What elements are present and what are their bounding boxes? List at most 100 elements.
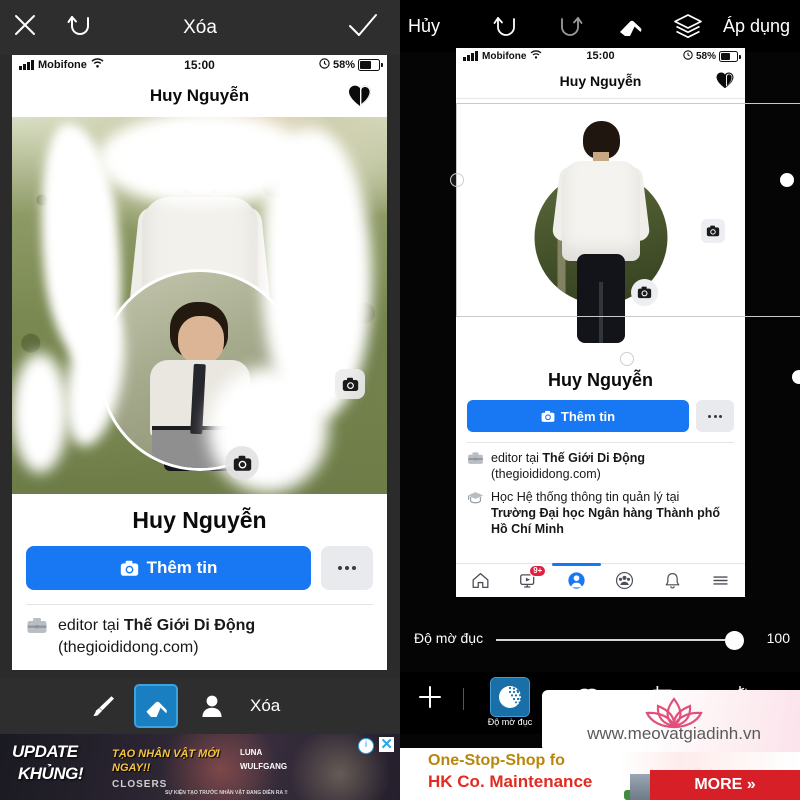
battery-percent: 58% bbox=[695, 51, 716, 62]
add-story-button[interactable]: Thêm tin bbox=[26, 546, 311, 590]
right-top-toolbar: Hủy Áp dụng bbox=[400, 0, 800, 52]
add-story-label: Thêm tin bbox=[560, 408, 616, 424]
more-dots-icon[interactable] bbox=[321, 546, 373, 590]
opacity-slider-knob[interactable] bbox=[725, 631, 744, 650]
ad-info-icon[interactable]: i bbox=[358, 738, 374, 754]
status-right: 58% bbox=[683, 50, 741, 63]
left-phone-screenshot: Mobifone 15:00 58% Huy Nguyễn Huy Nguyễn… bbox=[12, 55, 387, 670]
battery-icon bbox=[358, 59, 383, 71]
cancel-button[interactable]: Hủy bbox=[408, 0, 440, 52]
layers-icon[interactable] bbox=[670, 8, 706, 44]
left-panel-title: Xóa bbox=[183, 17, 217, 38]
ad-close-icon[interactable]: ✕ bbox=[379, 737, 394, 752]
more-dots-icon[interactable] bbox=[696, 400, 734, 432]
left-ad-banner[interactable]: UPDATE KHỦNG! TẠO NHÂN VẬT MỚI NGAY!! CL… bbox=[0, 734, 400, 800]
heart-icon[interactable] bbox=[715, 71, 735, 95]
screenshot-root: Xóa Mobifone 15:00 58% Huy Nguyễn Huy Ng… bbox=[0, 0, 800, 800]
checkmark-icon[interactable] bbox=[346, 10, 382, 46]
ad-more-button[interactable]: MORE » bbox=[650, 770, 800, 800]
bio-edu-school: Trường Đại học Ngân hàng Thành phố bbox=[491, 505, 721, 520]
bio-work-url: (thegioididong.com) bbox=[491, 467, 601, 482]
left-fb-nav-title: Huy Nguyễn bbox=[149, 86, 250, 105]
right-fb-bottom-nav: 9+ bbox=[456, 563, 745, 597]
selection-handle-right[interactable] bbox=[780, 173, 794, 187]
bio-work-prefix: editor tại bbox=[58, 617, 124, 634]
opacity-slider-row: Độ mờ đục 100 bbox=[400, 620, 800, 660]
right-fb-nav-title: Huy Nguyễn bbox=[559, 73, 642, 89]
ad-line1: UPDATE bbox=[12, 742, 78, 761]
left-bio-work-row: editor tại Thế Giới Di Động (thegioidido… bbox=[12, 605, 387, 659]
eraser-icon[interactable] bbox=[612, 8, 648, 44]
selection-handle-left[interactable] bbox=[450, 173, 464, 187]
left-bottom-toolbar: Xóa bbox=[0, 678, 400, 734]
toolbar-divider bbox=[463, 688, 464, 710]
bio-edu-prefix: Học Hệ thống thông tin quản lý tại bbox=[491, 489, 680, 504]
nav-notifications[interactable] bbox=[649, 564, 697, 597]
briefcase-icon bbox=[467, 450, 484, 483]
right-status-bar: Mobifone 15:00 58% bbox=[456, 48, 745, 68]
ad-line3: TẠO NHÂN VẬT MỚI bbox=[112, 748, 220, 760]
eraser-icon[interactable] bbox=[134, 684, 178, 728]
right-fb-nav-title-bar: Huy Nguyễn bbox=[456, 68, 745, 99]
right-bio-education-text: Học Hệ thống thông tin quản lý tại Trườn… bbox=[491, 489, 720, 538]
left-profile-action-row: Thêm tin bbox=[12, 540, 387, 590]
camera-icon bbox=[541, 410, 555, 422]
site-watermark: www.meovatgiadinh.vn bbox=[542, 690, 800, 752]
right-bio-work-text: editor tại Thế Giới Di Động (thegioidido… bbox=[491, 450, 645, 483]
selection-handle-bottom[interactable] bbox=[620, 352, 634, 366]
person-icon[interactable] bbox=[192, 686, 232, 726]
left-profile-name: Huy Nguyễn bbox=[12, 494, 387, 540]
paintbrush-icon[interactable] bbox=[84, 686, 124, 726]
graduation-cap-icon bbox=[467, 489, 484, 538]
right-bio-work-row: editor tại Thế Giới Di Động (thegioidido… bbox=[456, 443, 745, 483]
right-profile-name: Huy Nguyễn bbox=[547, 370, 653, 390]
nav-groups[interactable] bbox=[601, 564, 649, 597]
watch-badge: 9+ bbox=[529, 565, 547, 577]
add-story-label: Thêm tin bbox=[146, 558, 218, 577]
profile-avatar[interactable] bbox=[98, 269, 301, 471]
bio-work-url: (thegioididong.com) bbox=[58, 638, 199, 656]
bio-work-prefix: editor tại bbox=[491, 451, 543, 465]
ad-subheadline: HK Co. Maintenance bbox=[428, 772, 593, 791]
left-cover-photo-area bbox=[12, 117, 387, 494]
add-story-button[interactable]: Thêm tin bbox=[467, 400, 689, 432]
ad-char1: LUNA bbox=[240, 748, 263, 757]
apply-button[interactable]: Áp dụng bbox=[723, 0, 790, 52]
bio-work-company: Thế Giới Di Động bbox=[123, 617, 256, 634]
opacity-slider-label: Độ mờ đục bbox=[414, 630, 484, 646]
nav-watch[interactable]: 9+ bbox=[504, 564, 552, 597]
battery-percent: 58% bbox=[332, 59, 355, 71]
left-toolbar-label: Xóa bbox=[250, 696, 281, 715]
camera-round-icon[interactable] bbox=[225, 446, 259, 480]
tool-opacity[interactable]: Độ mờ đục bbox=[484, 677, 536, 727]
left-top-toolbar: Xóa bbox=[0, 0, 400, 55]
selection-handle-corner[interactable] bbox=[792, 370, 800, 384]
ad-line4: NGAY!! bbox=[112, 762, 151, 774]
opacity-halftone-icon bbox=[490, 677, 530, 717]
camera-round-icon[interactable] bbox=[631, 279, 658, 306]
left-bio-work-text: editor tại Thế Giới Di Động (thegioidido… bbox=[58, 615, 255, 658]
tool-add[interactable] bbox=[404, 678, 456, 717]
right-editor-panel: Hủy Áp dụng Mobifone 15:00 58% Huy Nguyễ… bbox=[400, 0, 800, 800]
right-bio-education-row: Học Hệ thống thông tin quản lý tại Trườn… bbox=[456, 483, 745, 538]
briefcase-icon bbox=[26, 615, 48, 658]
camera-icon bbox=[120, 560, 138, 576]
ad-line2: KHỦNG! bbox=[18, 764, 84, 783]
tool-opacity-caption: Độ mờ đục bbox=[487, 717, 533, 727]
right-phone-screenshot: Mobifone 15:00 58% Huy Nguyễn Huy Nguyễn… bbox=[456, 48, 745, 597]
opacity-slider-value: 100 bbox=[766, 630, 790, 646]
redo-arrow-icon[interactable] bbox=[550, 8, 586, 44]
nav-home[interactable] bbox=[456, 564, 504, 597]
ad-char2: WULFGANG bbox=[240, 762, 288, 771]
undo-arrow-icon[interactable] bbox=[490, 8, 526, 44]
camera-square-icon[interactable] bbox=[335, 369, 365, 399]
nav-profile[interactable] bbox=[552, 563, 601, 597]
heart-icon[interactable] bbox=[347, 84, 373, 113]
right-ad-banner[interactable]: One-Stop-Shop fo HK Co. Maintenance MORE… bbox=[400, 748, 800, 800]
right-profile-action-row: Thêm tin bbox=[456, 394, 745, 432]
watermark-text: www.meovatgiadinh.vn bbox=[587, 724, 761, 743]
nav-menu[interactable] bbox=[697, 564, 745, 597]
opacity-slider-track[interactable] bbox=[496, 639, 738, 641]
camera-square-icon[interactable] bbox=[701, 219, 725, 243]
battery-icon bbox=[719, 51, 741, 62]
